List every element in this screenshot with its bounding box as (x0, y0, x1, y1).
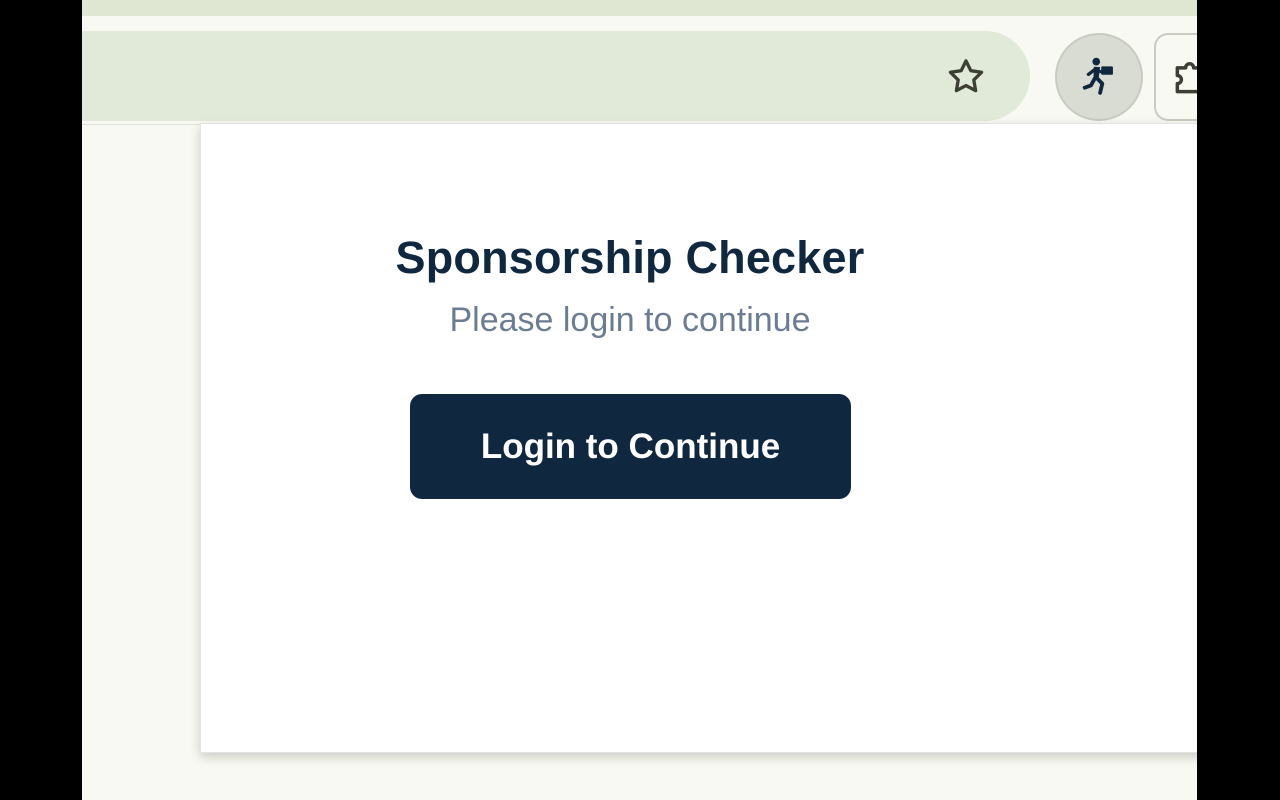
browser-toolbar (82, 16, 1197, 125)
extensions-menu-button[interactable] (1170, 53, 1197, 101)
address-bar[interactable] (82, 31, 1030, 121)
popup-subtitle: Please login to continue (449, 301, 811, 339)
screen-frame: Sponsorship Checker Please login to cont… (0, 0, 1280, 800)
popup-title: Sponsorship Checker (395, 232, 865, 283)
star-icon (948, 59, 984, 93)
login-to-continue-button[interactable]: Login to Continue (410, 394, 851, 499)
sponsorship-extension-button[interactable] (1055, 33, 1143, 121)
tab-strip (82, 0, 1197, 16)
bookmark-star-button[interactable] (942, 53, 990, 101)
running-person-icon (1082, 57, 1113, 95)
extension-popup-content: Sponsorship Checker Please login to cont… (118, 123, 1142, 753)
puzzle-icon (1175, 62, 1197, 94)
